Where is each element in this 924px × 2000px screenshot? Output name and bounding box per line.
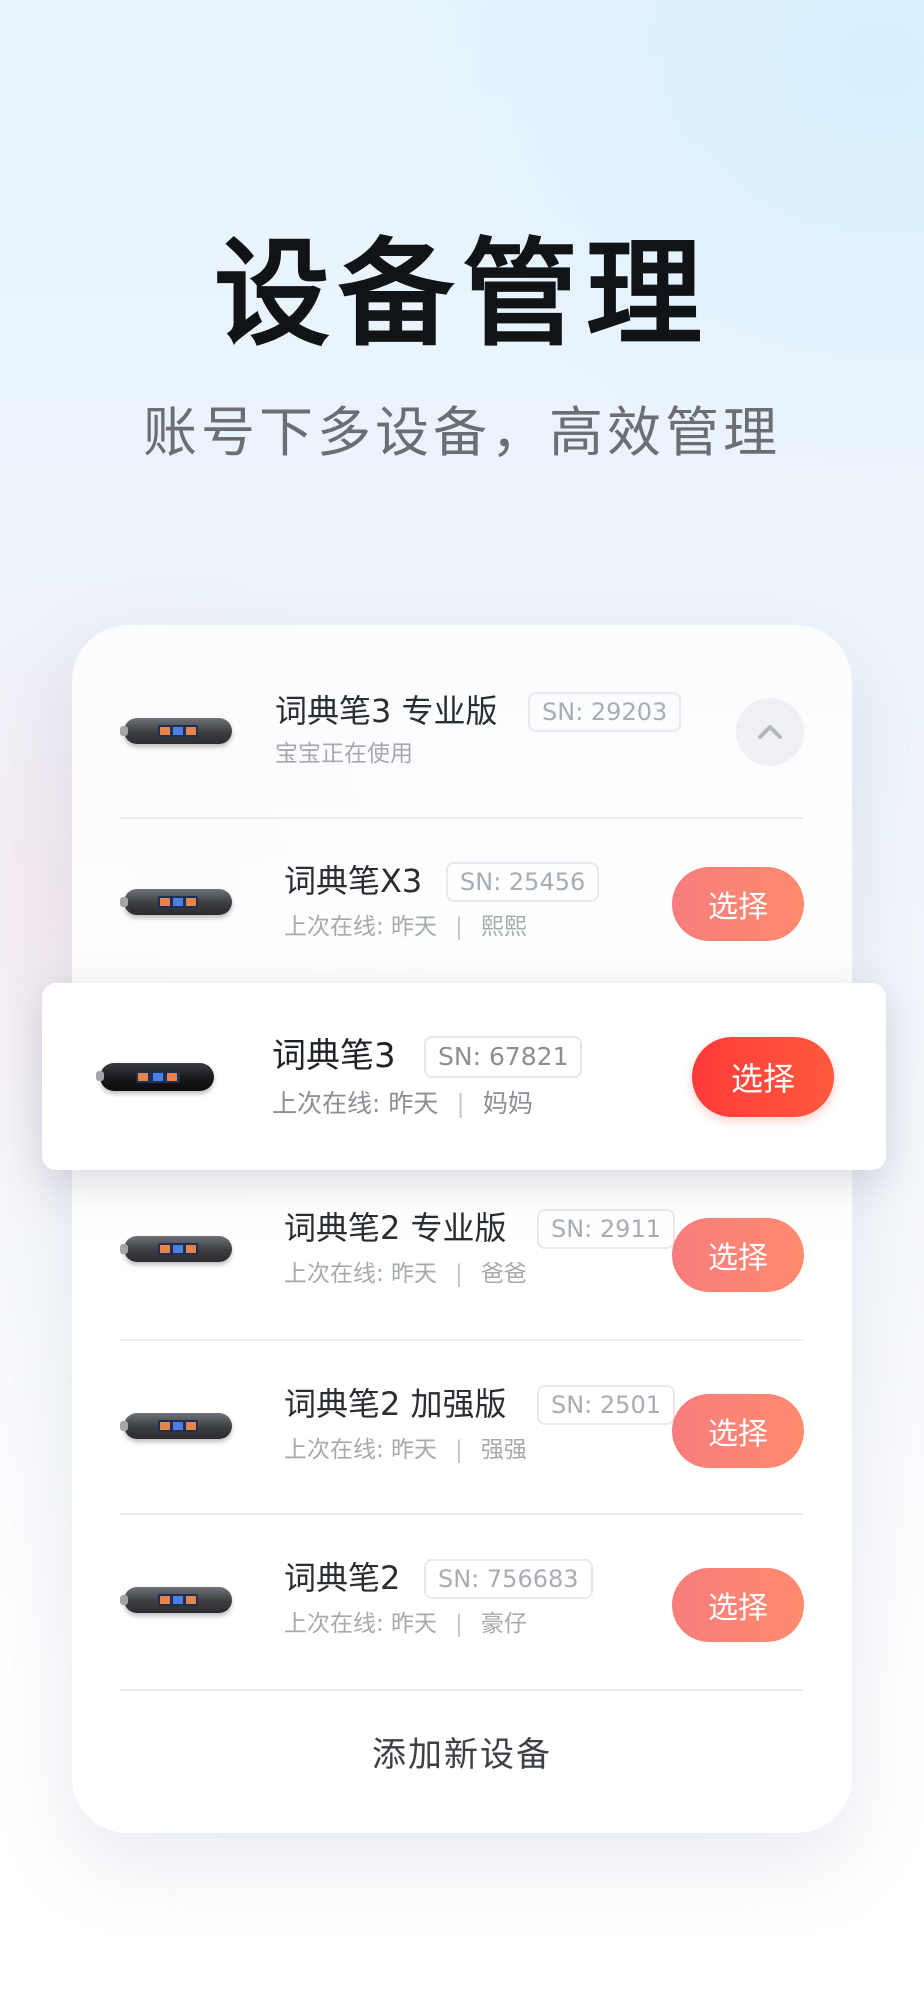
meta-separator: | — [455, 1261, 463, 1287]
device-sn-badge: SN: 25456 — [446, 862, 600, 902]
chevron-up-icon — [758, 725, 782, 739]
page-subtitle: 账号下多设备，高效管理 — [143, 401, 781, 464]
device-row: 词典笔2 SN: 756683 上次在线: 昨天 | 豪仔 选择 — [72, 1515, 852, 1689]
select-button[interactable]: 选择 — [672, 1568, 804, 1642]
device-row-highlighted: 词典笔3 SN: 67821 上次在线: 昨天 | 妈妈 选择 — [42, 983, 886, 1170]
select-button[interactable]: 选择 — [692, 1037, 834, 1117]
dictionary-pen-image — [120, 718, 232, 744]
device-status: 宝宝正在使用 — [275, 741, 413, 767]
device-sn-badge: SN: 2501 — [537, 1385, 675, 1425]
current-device-row[interactable]: 词典笔3 专业版 SN: 29203 宝宝正在使用 — [72, 625, 852, 817]
device-name: 词典笔3 — [272, 1036, 396, 1076]
device-user: 妈妈 — [482, 1089, 533, 1118]
dictionary-pen-image — [96, 1063, 214, 1091]
select-button[interactable]: 选择 — [672, 867, 804, 941]
add-device-button[interactable]: 添加新设备 — [72, 1733, 852, 1777]
device-sn-badge: SN: 67821 — [424, 1036, 583, 1078]
select-button[interactable]: 选择 — [672, 1218, 804, 1292]
meta-separator: | — [455, 1437, 463, 1463]
device-name: 词典笔2 — [284, 1559, 401, 1597]
device-name: 词典笔3 专业版 — [275, 692, 498, 730]
device-name: 词典笔2 加强版 — [284, 1385, 507, 1423]
collapse-button[interactable] — [736, 698, 804, 766]
device-meta: 上次在线: 昨天 | 豪仔 — [284, 1609, 527, 1639]
device-sn-badge: SN: 2911 — [537, 1209, 675, 1249]
device-row: 词典笔X3 SN: 25456 上次在线: 昨天 | 熙熙 选择 — [72, 819, 852, 989]
device-user: 强强 — [480, 1437, 527, 1463]
last-online-text: 上次在线: 昨天 — [284, 1611, 438, 1637]
last-online-text: 上次在线: 昨天 — [284, 1261, 438, 1287]
dictionary-pen-image — [120, 1587, 232, 1613]
dictionary-pen-image — [120, 1413, 232, 1439]
device-user: 豪仔 — [480, 1611, 527, 1637]
device-meta: 上次在线: 昨天 | 强强 — [284, 1435, 527, 1465]
device-row: 词典笔2 加强版 SN: 2501 上次在线: 昨天 | 强强 选择 — [72, 1341, 852, 1513]
page-title: 设备管理 — [214, 227, 710, 362]
device-sn-badge: SN: 756683 — [424, 1559, 593, 1599]
meta-separator: | — [455, 1611, 463, 1637]
last-online-text: 上次在线: 昨天 — [284, 914, 438, 940]
device-user: 爸爸 — [480, 1261, 527, 1287]
dictionary-pen-image — [120, 889, 232, 915]
device-meta: 上次在线: 昨天 | 熙熙 — [284, 912, 527, 942]
last-online-text: 上次在线: 昨天 — [272, 1089, 439, 1118]
device-name: 词典笔2 专业版 — [284, 1209, 507, 1247]
dictionary-pen-image — [120, 1236, 232, 1262]
device-list-card: 词典笔3 专业版 SN: 29203 宝宝正在使用 词典笔X3 SN: 2545… — [72, 625, 852, 1833]
device-user: 熙熙 — [480, 914, 527, 940]
device-meta: 上次在线: 昨天 | 爸爸 — [284, 1259, 527, 1289]
last-online-text: 上次在线: 昨天 — [284, 1437, 438, 1463]
device-name: 词典笔X3 — [284, 862, 423, 900]
meta-separator: | — [455, 914, 463, 940]
select-button[interactable]: 选择 — [672, 1394, 804, 1468]
divider — [120, 1689, 804, 1691]
device-sn-badge: SN: 29203 — [528, 692, 682, 732]
meta-separator: | — [456, 1089, 465, 1118]
device-meta: 上次在线: 昨天 | 妈妈 — [272, 1089, 533, 1119]
device-row: 词典笔2 专业版 SN: 2911 上次在线: 昨天 | 爸爸 选择 — [72, 1163, 852, 1337]
